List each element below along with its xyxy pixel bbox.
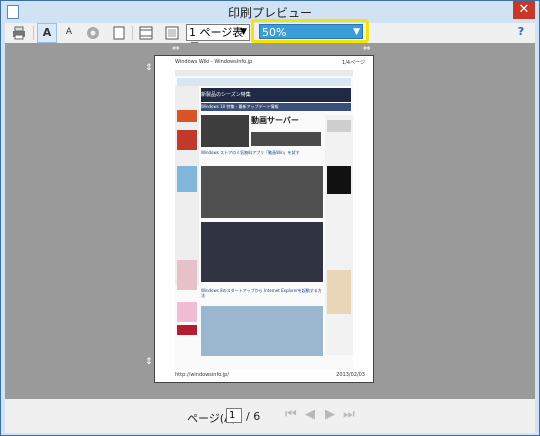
right-sidebar [325,115,353,355]
zoom-value: 50% [262,26,287,39]
article-title: Windows ストアの人気無料アプリ「動画Win」を試す [201,150,300,155]
full-width-button[interactable] [162,23,182,43]
sidebar-image [177,302,197,322]
page-header-left: Windows Wiki - WindowsInfo.jp [175,59,253,65]
chevron-down-icon: ▼ [353,27,360,37]
status-bar: ページ(A) 1 / 6 ⏮ ◀ ▶ ⏭ [5,399,535,433]
right-sidebar-image [327,166,351,194]
feature-image [201,115,249,147]
font-larger-button[interactable]: A [37,23,57,43]
banner-ad: 新製品のシーズン特集 [201,88,351,102]
web-page-content: 新製品のシーズン特集 Windows 10 特集 - 最新アップデート情報 動画… [175,70,353,370]
sidebar-image [177,166,197,192]
article-screenshot-dark [201,222,323,282]
fit-width-icon [165,26,179,40]
right-sidebar-item [327,120,351,132]
toolbar-separator [33,26,34,40]
page-footer-left: http://windowsinfo.jp/ [175,372,230,378]
printer-icon [13,26,25,40]
sidebar-promo [177,130,197,150]
right-sidebar-image [327,270,351,314]
chevron-down-icon: ▼ [240,27,247,37]
help-button[interactable]: ? [511,23,531,43]
banner-top: Windows 10 特集 - 最新アップデート情報 [201,103,351,111]
header-footer-button[interactable] [136,23,156,43]
sidebar-ad [177,110,197,122]
gear-icon [87,27,99,39]
feature-subimage [251,132,321,146]
next-page-icon[interactable]: ▶ [325,407,335,422]
print-button[interactable] [9,23,29,43]
nav-bar [177,78,351,86]
right-margin-handle[interactable]: ⇔ [363,44,371,54]
page-view-select[interactable]: 1 ページ表示 ▼ [186,24,250,54]
article-title: Windows 8のスタートアップから Internet Explorerを起動… [201,288,322,298]
feature-heading: 動画サーバー [251,116,299,125]
page-number-input[interactable]: 1 [226,408,242,423]
settings-button[interactable] [83,23,103,43]
page-footer-right: 2013/02/03 [336,372,365,378]
previous-page-icon[interactable]: ◀ [305,407,315,422]
top-margin-handle[interactable]: ⇕ [145,63,153,73]
sidebar-image [177,260,197,290]
page-header-right: 1/4ページ [342,60,365,66]
close-button[interactable]: ✕ [513,1,535,19]
page-total: / 6 [246,410,261,423]
site-header [175,70,353,76]
toolbar-separator [132,26,133,40]
preview-area: ⇔ ⇔ ⇕ ⇕ Windows Wiki - WindowsInfo.jp 1/… [5,43,535,399]
print-preview-window: 印刷プレビュー ✕ A A 1 ページ表示 ▼ ? 50% ▼ [0,0,540,436]
bottom-margin-handle[interactable]: ⇕ [145,357,153,367]
page-icon [113,26,125,40]
sidebar-image [177,325,197,335]
page-setup-button[interactable] [109,23,129,43]
preview-page: Windows Wiki - WindowsInfo.jp 1/4ページ 新製品… [154,55,374,383]
left-margin-handle[interactable]: ⇔ [172,44,180,54]
article-screenshot-light [201,306,323,356]
first-page-icon[interactable]: ⏮ [285,407,297,422]
article-screenshot [201,166,323,218]
font-smaller-button[interactable]: A [59,23,79,43]
last-page-icon[interactable]: ⏭ [343,407,355,422]
header-footer-icon [139,26,153,40]
zoom-select[interactable]: 50% ▼ [259,24,363,39]
